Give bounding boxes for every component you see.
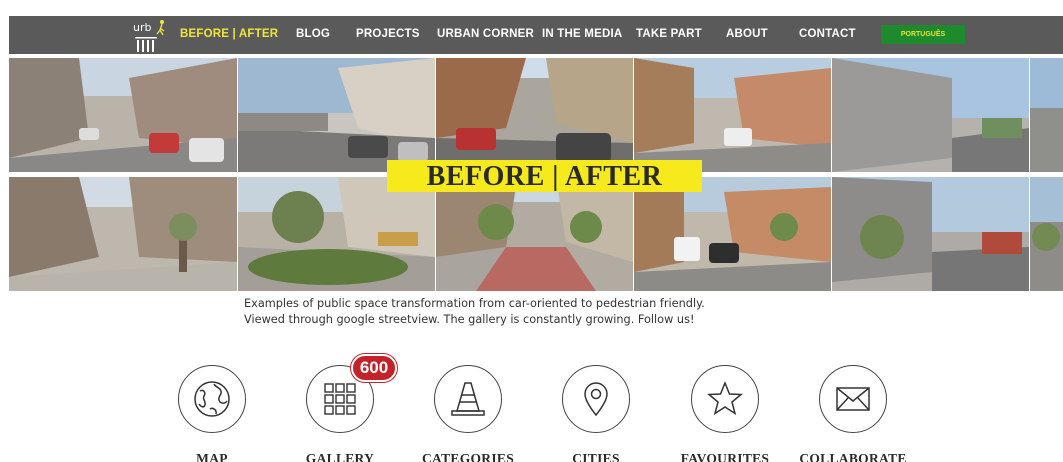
street-photo[interactable] [634, 177, 831, 291]
menu-favourites[interactable]: FAVOURITES [665, 365, 785, 462]
star-icon [691, 365, 759, 433]
street-photo[interactable] [1030, 58, 1063, 172]
globe-icon [178, 365, 246, 433]
street-photo[interactable] [9, 58, 237, 172]
menu-cities[interactable]: CITIES [536, 365, 656, 462]
nav-item-take-part[interactable]: TAKE PART [636, 28, 702, 40]
street-photo[interactable] [238, 177, 435, 291]
menu-label: GALLERY [305, 451, 375, 462]
nav-item-about[interactable]: ABOUT [726, 28, 768, 40]
before-photo-row [9, 58, 1063, 172]
nav-item-blog[interactable]: BLOG [296, 28, 330, 40]
intro-line: Viewed through google streetview. The ga… [244, 313, 695, 326]
hero-title: BEFORE | AFTER [387, 160, 702, 192]
intro-line: Examples of public space transformation … [244, 297, 705, 310]
top-nav: urb BEFORE | AFTER BLOG PROJECTS URBAN C… [9, 16, 1063, 54]
location-pin-icon [562, 365, 630, 433]
nav-item-before-after[interactable]: BEFORE | AFTER [180, 28, 278, 40]
menu-label: COLLABORATE [799, 451, 907, 462]
menu-label: MAP [196, 451, 228, 462]
menu-label: CATEGORIES [421, 451, 515, 462]
menu-label: FAVOURITES [680, 451, 770, 462]
street-photo[interactable] [832, 177, 1029, 291]
envelope-icon [819, 365, 887, 433]
street-photo[interactable] [436, 177, 633, 291]
intro-text: Examples of public space transformation … [244, 296, 705, 328]
street-photo[interactable] [1030, 177, 1063, 291]
nav-item-urban-corner[interactable]: URBAN CORNER [437, 28, 534, 40]
language-button[interactable]: PORTUGUÊS [881, 25, 965, 44]
gallery-count-badge: 600 [351, 354, 397, 382]
street-photo[interactable] [634, 58, 831, 172]
before-after-hero[interactable]: BEFORE | AFTER [9, 58, 1063, 291]
menu-map[interactable]: MAP [152, 365, 272, 462]
street-photo[interactable] [238, 58, 435, 172]
after-photo-row [9, 177, 1063, 291]
traffic-cone-icon [434, 365, 502, 433]
menu-categories[interactable]: CATEGORIES [408, 365, 528, 462]
urb-i-logo[interactable]: urb [129, 16, 173, 54]
menu-label: CITIES [572, 451, 620, 462]
menu-collaborate[interactable]: COLLABORATE [793, 365, 913, 462]
street-photo[interactable] [436, 58, 633, 172]
street-photo[interactable] [832, 58, 1029, 172]
nav-item-projects[interactable]: PROJECTS [356, 28, 420, 40]
street-photo[interactable] [9, 177, 237, 291]
nav-item-in-the-media[interactable]: IN THE MEDIA [542, 28, 622, 40]
nav-item-contact[interactable]: CONTACT [799, 28, 856, 40]
svg-text:urb: urb [133, 21, 151, 34]
